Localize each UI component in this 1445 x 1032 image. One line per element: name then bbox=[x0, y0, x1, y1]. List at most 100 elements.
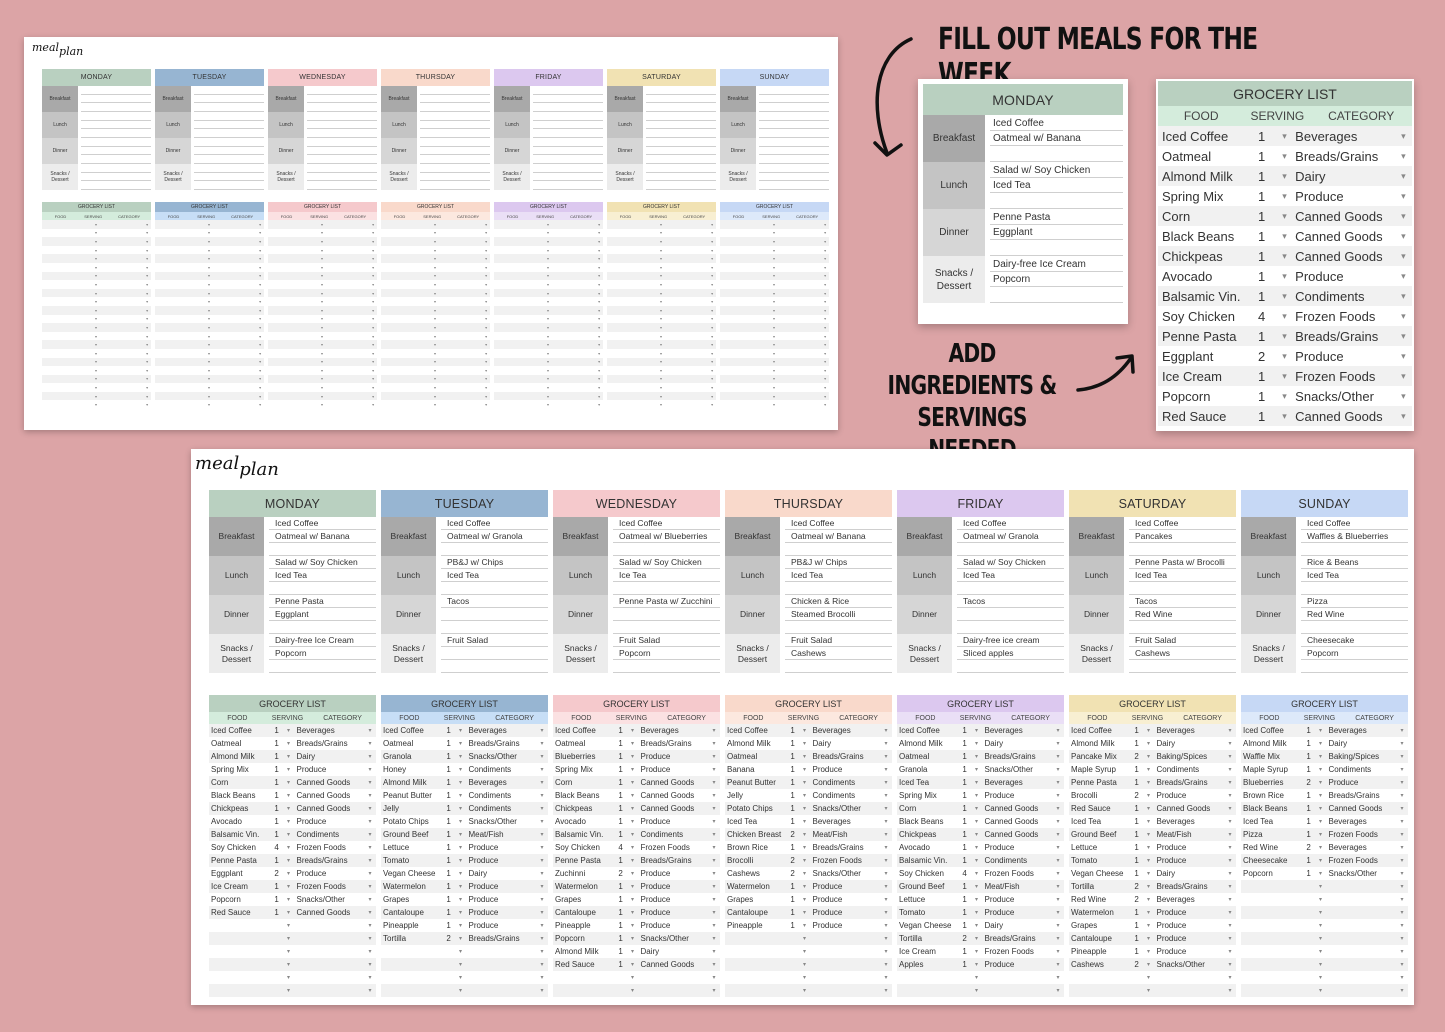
category-dropdown-icon[interactable]: ▾ bbox=[821, 385, 829, 390]
serving-dropdown-icon[interactable]: ▾ bbox=[544, 359, 552, 364]
category-dropdown-icon[interactable]: ▾ bbox=[880, 987, 892, 994]
meal-entry-field[interactable]: Steamed Brocolli bbox=[785, 608, 892, 621]
meal-entry-field[interactable] bbox=[990, 287, 1123, 303]
category-dropdown-icon[interactable]: ▾ bbox=[1396, 961, 1408, 968]
serving-dropdown-icon[interactable]: ▾ bbox=[1143, 805, 1155, 812]
serving-input[interactable]: 1 bbox=[959, 778, 971, 787]
meal-entry-field[interactable] bbox=[533, 147, 603, 156]
serving-dropdown-icon[interactable]: ▾ bbox=[544, 368, 552, 373]
serving-dropdown-icon[interactable]: ▾ bbox=[1315, 961, 1327, 968]
serving-dropdown-icon[interactable]: ▾ bbox=[544, 402, 552, 407]
food-input[interactable]: Penne Pasta bbox=[553, 856, 615, 865]
category-dropdown-icon[interactable]: ▾ bbox=[369, 299, 377, 304]
category-select[interactable]: Breads/Grains bbox=[810, 752, 880, 761]
serving-dropdown-icon[interactable]: ▾ bbox=[1143, 883, 1155, 890]
category-dropdown-icon[interactable]: ▾ bbox=[821, 394, 829, 399]
food-input[interactable]: Tortilla bbox=[897, 934, 959, 943]
serving-input[interactable]: 1 bbox=[271, 817, 283, 826]
category-dropdown-icon[interactable]: ▾ bbox=[536, 909, 548, 916]
serving-input[interactable]: 1 bbox=[615, 856, 627, 865]
serving-input[interactable]: 1 bbox=[443, 726, 455, 735]
meal-entry-field[interactable] bbox=[759, 121, 829, 130]
serving-input[interactable]: 2 bbox=[1303, 778, 1315, 787]
serving-dropdown-icon[interactable]: ▾ bbox=[657, 222, 665, 227]
category-dropdown-icon[interactable]: ▾ bbox=[1224, 896, 1236, 903]
serving-dropdown-icon[interactable]: ▾ bbox=[283, 870, 295, 877]
meal-entry-field[interactable] bbox=[194, 155, 264, 164]
serving-dropdown-icon[interactable]: ▾ bbox=[283, 805, 295, 812]
category-dropdown-icon[interactable]: ▾ bbox=[482, 334, 490, 339]
category-select[interactable]: Breads/Grains bbox=[1154, 882, 1224, 891]
category-select[interactable]: Condiments bbox=[294, 830, 364, 839]
category-dropdown-icon[interactable]: ▾ bbox=[880, 909, 892, 916]
serving-input[interactable]: 1 bbox=[1131, 817, 1143, 826]
serving-dropdown-icon[interactable]: ▾ bbox=[283, 740, 295, 747]
meal-entry-field[interactable]: Oatmeal w/ Banana bbox=[990, 131, 1123, 147]
category-select[interactable]: Produce bbox=[982, 843, 1052, 852]
serving-dropdown-icon[interactable]: ▾ bbox=[1315, 818, 1327, 825]
category-select[interactable]: Produce bbox=[810, 921, 880, 930]
category-dropdown-icon[interactable]: ▾ bbox=[708, 402, 716, 407]
category-select[interactable]: Produce bbox=[638, 752, 708, 761]
food-input[interactable]: Oatmeal bbox=[897, 752, 959, 761]
meal-entry-field[interactable]: Waffles & Blueberries bbox=[1301, 530, 1408, 543]
food-input[interactable]: Oatmeal bbox=[381, 739, 443, 748]
serving-dropdown-icon[interactable]: ▾ bbox=[1143, 857, 1155, 864]
category-select[interactable]: Snacks/Other bbox=[466, 817, 536, 826]
serving-dropdown-icon[interactable]: ▾ bbox=[455, 766, 467, 773]
serving-dropdown-icon[interactable]: ▾ bbox=[431, 308, 439, 313]
serving-input[interactable]: 1 bbox=[615, 778, 627, 787]
serving-dropdown-icon[interactable]: ▾ bbox=[455, 805, 467, 812]
meal-entry-field[interactable]: Pancakes bbox=[1129, 530, 1236, 543]
category-select[interactable]: Produce bbox=[1293, 269, 1395, 284]
serving-dropdown-icon[interactable]: ▾ bbox=[971, 935, 983, 942]
category-dropdown-icon[interactable]: ▾ bbox=[256, 222, 264, 227]
category-dropdown-icon[interactable]: ▾ bbox=[708, 740, 720, 747]
serving-input[interactable]: 1 bbox=[1247, 269, 1276, 284]
category-select[interactable]: Condiments bbox=[1293, 289, 1395, 304]
food-input[interactable]: Black Beans bbox=[553, 791, 615, 800]
category-dropdown-icon[interactable]: ▾ bbox=[708, 870, 720, 877]
category-dropdown-icon[interactable]: ▾ bbox=[143, 299, 151, 304]
category-dropdown-icon[interactable]: ▾ bbox=[536, 922, 548, 929]
serving-input[interactable]: 1 bbox=[271, 895, 283, 904]
serving-dropdown-icon[interactable]: ▾ bbox=[92, 265, 100, 270]
category-select[interactable]: Beverages bbox=[982, 726, 1052, 735]
serving-input[interactable]: 1 bbox=[1131, 778, 1143, 787]
category-select[interactable]: Snacks/Other bbox=[638, 934, 708, 943]
category-select[interactable]: Breads/Grains bbox=[638, 739, 708, 748]
serving-input[interactable]: 1 bbox=[959, 804, 971, 813]
meal-entry-field[interactable]: Oatmeal w/ Banana bbox=[785, 530, 892, 543]
category-dropdown-icon[interactable]: ▾ bbox=[708, 273, 716, 278]
serving-input[interactable]: 1 bbox=[1303, 856, 1315, 865]
category-dropdown-icon[interactable]: ▾ bbox=[369, 351, 377, 356]
serving-dropdown-icon[interactable]: ▾ bbox=[1315, 922, 1327, 929]
category-select[interactable]: Breads/Grains bbox=[1293, 149, 1395, 164]
serving-dropdown-icon[interactable]: ▾ bbox=[799, 766, 811, 773]
category-select[interactable]: Beverages bbox=[1326, 726, 1396, 735]
category-select[interactable]: Produce bbox=[810, 895, 880, 904]
category-dropdown-icon[interactable]: ▾ bbox=[143, 402, 151, 407]
category-dropdown-icon[interactable]: ▾ bbox=[536, 948, 548, 955]
serving-input[interactable]: 1 bbox=[1247, 389, 1276, 404]
category-dropdown-icon[interactable]: ▾ bbox=[821, 273, 829, 278]
category-dropdown-icon[interactable]: ▾ bbox=[364, 805, 376, 812]
category-dropdown-icon[interactable]: ▾ bbox=[256, 385, 264, 390]
serving-dropdown-icon[interactable]: ▾ bbox=[971, 753, 983, 760]
food-input[interactable]: Pineapple bbox=[725, 921, 787, 930]
category-dropdown-icon[interactable]: ▾ bbox=[256, 351, 264, 356]
category-dropdown-icon[interactable]: ▾ bbox=[482, 308, 490, 313]
serving-input[interactable]: 1 bbox=[271, 830, 283, 839]
meal-entry-field[interactable]: Iced Tea bbox=[785, 569, 892, 582]
serving-dropdown-icon[interactable]: ▾ bbox=[770, 359, 778, 364]
category-dropdown-icon[interactable]: ▾ bbox=[369, 222, 377, 227]
category-dropdown-icon[interactable]: ▾ bbox=[708, 351, 716, 356]
meal-entry-field[interactable] bbox=[646, 103, 716, 112]
food-input[interactable]: Ground Beef bbox=[1069, 830, 1131, 839]
meal-entry-field[interactable]: Popcorn bbox=[269, 647, 376, 660]
category-dropdown-icon[interactable]: ▾ bbox=[821, 325, 829, 330]
category-dropdown-icon[interactable]: ▾ bbox=[708, 222, 716, 227]
food-input[interactable]: Watermelon bbox=[1069, 908, 1131, 917]
food-input[interactable]: Chickpeas bbox=[1158, 249, 1247, 264]
meal-entry-field[interactable] bbox=[307, 138, 377, 147]
